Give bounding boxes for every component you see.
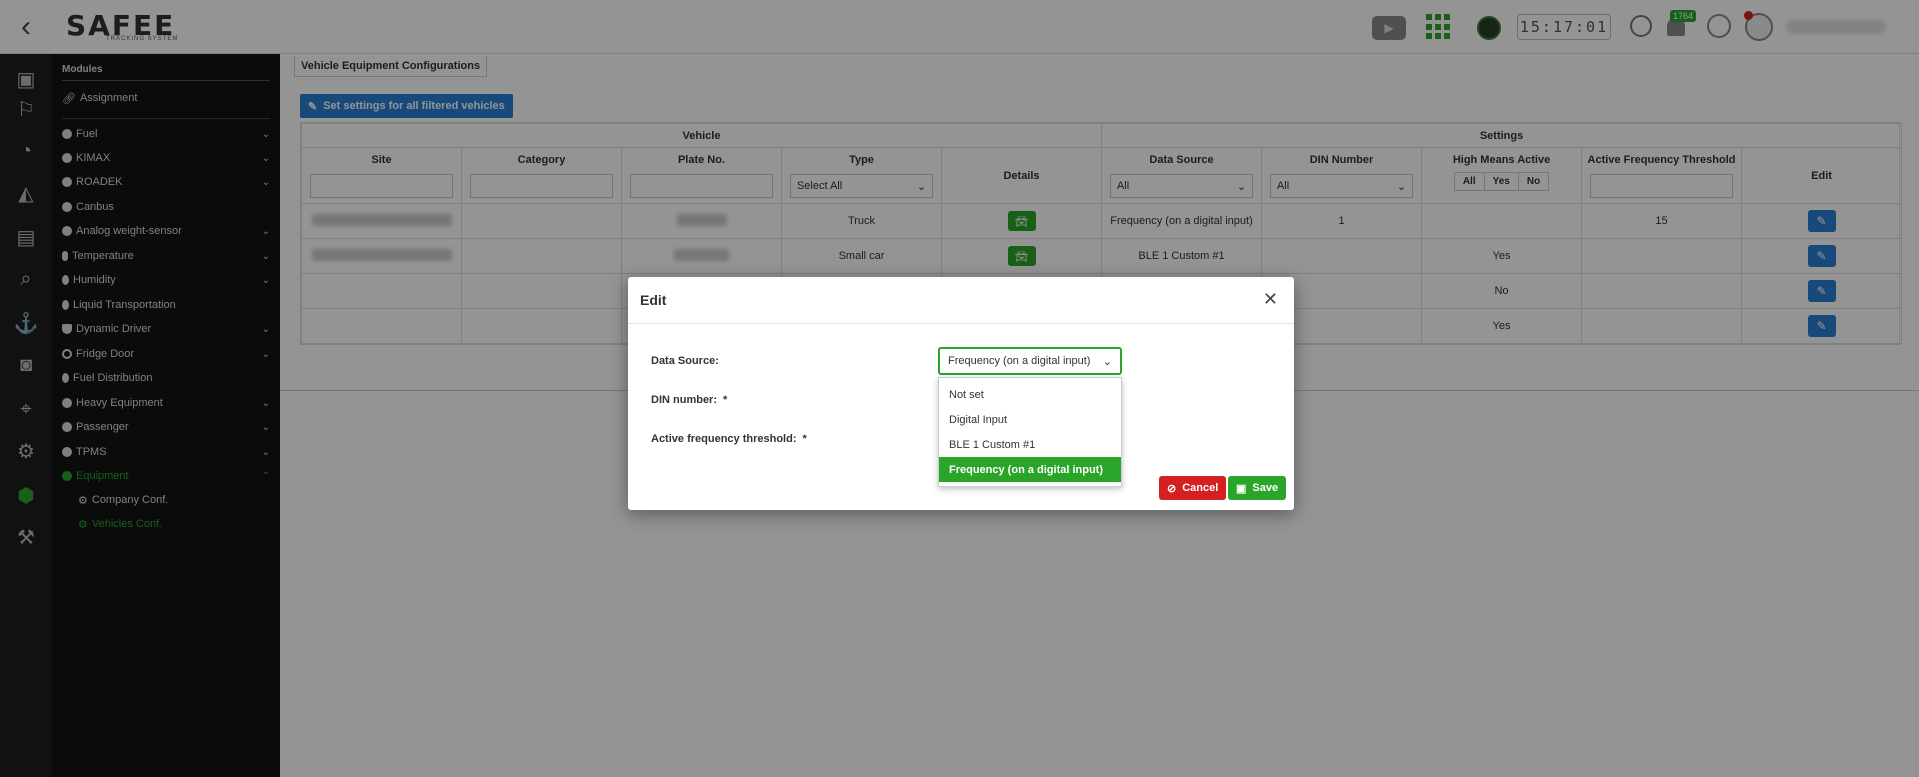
din-number-label: DIN number: * [651,394,727,406]
data-source-select[interactable]: Frequency (on a digital input) ⌄ [938,347,1122,375]
ban-icon: ⊘ [1167,482,1177,495]
save-label: Save [1252,482,1279,494]
option-not-set[interactable]: Not set [939,382,1121,407]
data-source-value: Frequency (on a digital input) [948,355,1091,367]
modal-header: Edit ✕ [628,277,1294,324]
floppy-icon: ▣ [1236,482,1247,495]
close-icon[interactable]: ✕ [1263,289,1278,310]
data-source-dropdown: Not set Digital Input BLE 1 Custom #1 Fr… [938,377,1122,487]
aft-label-text: Active frequency threshold: [651,433,797,445]
din-number-label-text: DIN number: [651,394,717,406]
data-source-label: Data Source: [651,355,719,367]
cancel-button[interactable]: ⊘ Cancel [1159,476,1227,500]
option-digital-input[interactable]: Digital Input [939,407,1121,432]
modal-title: Edit [640,292,667,308]
edit-modal: Edit ✕ Data Source: DIN number: * Active … [628,277,1294,510]
required-marker: * [802,433,807,445]
cancel-label: Cancel [1182,482,1219,494]
option-ble-custom-1[interactable]: BLE 1 Custom #1 [939,432,1121,457]
chevron-down-icon: ⌄ [1102,355,1112,368]
option-frequency[interactable]: Frequency (on a digital input) [939,457,1121,482]
required-marker: * [723,394,728,406]
aft-label: Active frequency threshold: * [651,433,807,445]
save-button[interactable]: ▣ Save [1228,476,1287,500]
